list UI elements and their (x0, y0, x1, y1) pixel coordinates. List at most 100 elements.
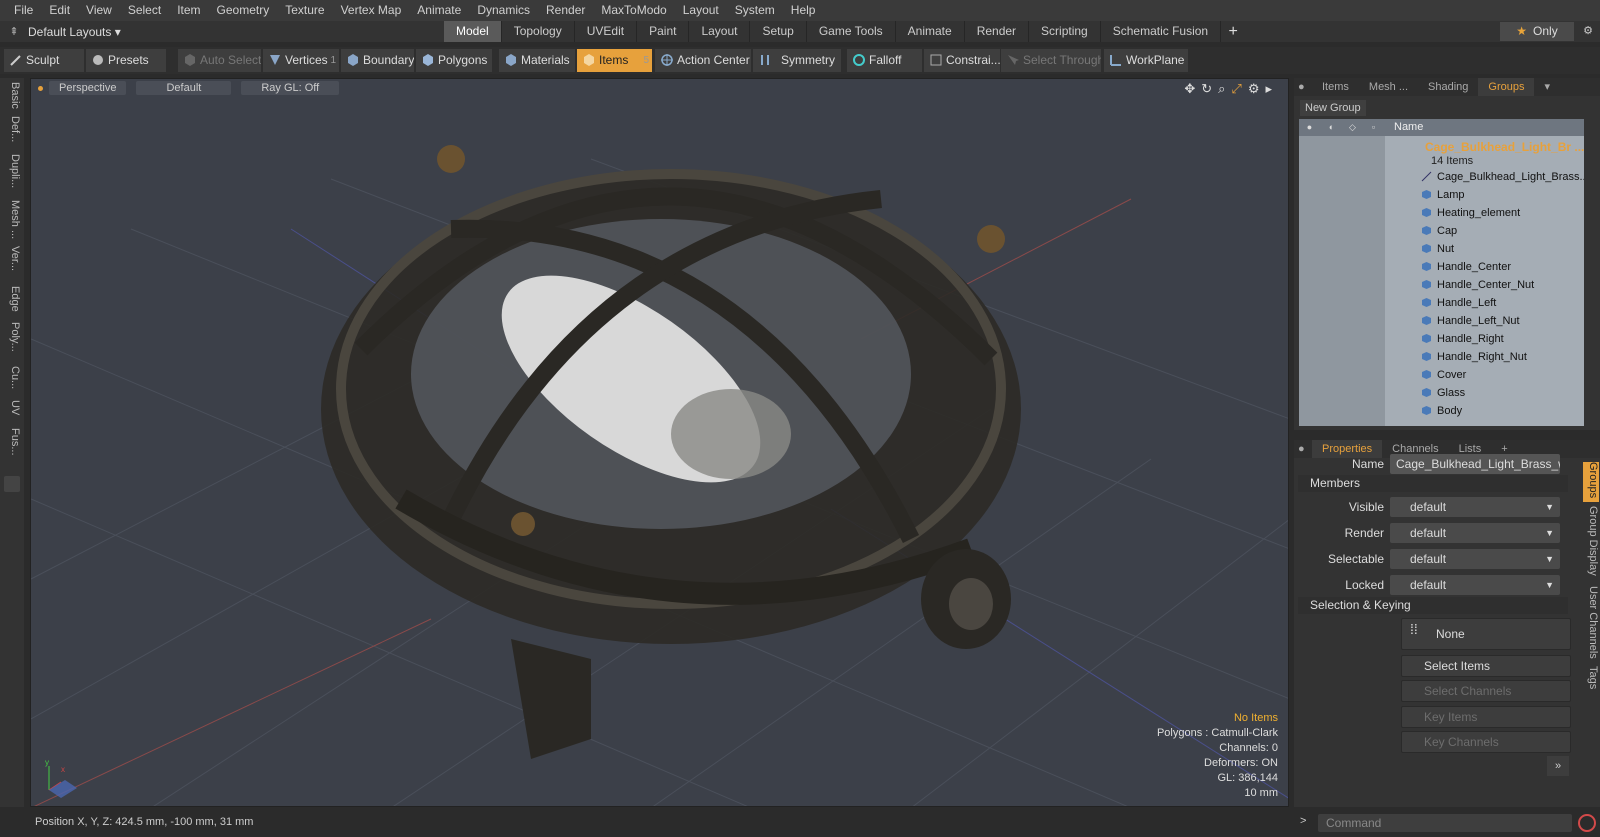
list-item[interactable]: Handle_Right (1299, 330, 1584, 348)
tab-shading[interactable]: Shading (1418, 78, 1478, 96)
name-field[interactable]: Cage_Bulkhead_Light_Brass_with (1390, 454, 1560, 474)
panel-menu-dot[interactable]: ● (1294, 78, 1312, 96)
select-through-button[interactable]: Select Through (1001, 49, 1101, 72)
raygl-toggle[interactable]: Ray GL: Off (241, 81, 340, 95)
rotate-icon[interactable]: ↻ (1201, 81, 1212, 97)
action-center-button[interactable]: Action Center (655, 49, 751, 72)
left-tab-duplicate[interactable]: Dupli... (3, 154, 21, 196)
left-tab-polygon[interactable]: Poly... (3, 322, 21, 362)
side-tab-group-display[interactable]: Group Display (1583, 506, 1599, 582)
group-row[interactable]: Cage_Bulkhead_Light_Br ... 14 Items (1299, 136, 1584, 168)
selectable-select[interactable]: default ▼ (1390, 549, 1560, 569)
list-item[interactable]: Body (1299, 402, 1584, 420)
3d-viewport[interactable]: Perspective Default Ray GL: Off ✥ ↻ ⌕ ⤢ … (30, 78, 1289, 807)
list-item[interactable]: Handle_Center (1299, 258, 1584, 276)
left-tab-fusion[interactable]: Fus... (3, 428, 21, 468)
pan-icon[interactable]: ✥ (1184, 81, 1195, 97)
list-item[interactable]: Handle_Left (1299, 294, 1584, 312)
tab-uvedit[interactable]: UVEdit (575, 21, 638, 42)
list-item[interactable]: Cap (1299, 222, 1584, 240)
menu-render[interactable]: Render (538, 0, 593, 21)
layout-select[interactable]: Default Layouts ▾ (28, 25, 178, 39)
viewport-settings-icon[interactable]: ⚙ (1248, 81, 1260, 97)
tab-setup[interactable]: Setup (750, 21, 807, 42)
boundary-button[interactable]: Boundary (341, 49, 414, 72)
render-select[interactable]: default ▼ (1390, 523, 1560, 543)
list-item[interactable]: Cover (1299, 366, 1584, 384)
shading-select[interactable]: Default (136, 81, 232, 95)
expand-arrow-icon[interactable]: ▸ (1265, 81, 1272, 97)
tab-mesh[interactable]: Mesh ... (1359, 78, 1418, 96)
sculpt-button[interactable]: Sculpt (4, 49, 84, 72)
new-group-button[interactable]: New Group (1300, 100, 1366, 116)
tab-game-tools[interactable]: Game Tools (807, 21, 896, 42)
menu-dynamics[interactable]: Dynamics (469, 0, 538, 21)
zoom-icon[interactable]: ⌕ (1218, 81, 1225, 97)
record-icon[interactable] (1578, 814, 1596, 832)
workplane-button[interactable]: WorkPlane (1104, 49, 1188, 72)
select-channels-button[interactable]: Select Channels (1401, 680, 1571, 702)
list-item[interactable]: Glass (1299, 384, 1584, 402)
list-item[interactable]: Handle_Left_Nut (1299, 312, 1584, 330)
layout-collapse-icon[interactable]: ⇞ (0, 25, 28, 38)
panel-dropdown-icon[interactable]: ▾ (1534, 78, 1560, 96)
tab-topology[interactable]: Topology (502, 21, 575, 42)
tab-render[interactable]: Render (965, 21, 1030, 42)
select-column-icon[interactable]: ▫ (1367, 121, 1380, 134)
left-tab-edge[interactable]: Edge (3, 286, 21, 320)
tab-scripting[interactable]: Scripting (1029, 21, 1101, 42)
side-tab-user-channels[interactable]: User Channels (1583, 586, 1599, 662)
side-tab-groups[interactable]: Groups (1583, 462, 1599, 502)
key-items-button[interactable]: Key Items (1401, 706, 1571, 728)
menu-geometry[interactable]: Geometry (209, 0, 278, 21)
add-tab-icon[interactable]: + (1221, 21, 1245, 42)
left-tab-vertex[interactable]: Ver... (3, 246, 21, 280)
list-item[interactable]: Heating_element (1299, 204, 1584, 222)
key-channels-button[interactable]: Key Channels (1401, 731, 1571, 753)
tab-layout[interactable]: Layout (689, 21, 751, 42)
selection-keying-section-header[interactable]: Selection & Keying (1298, 597, 1568, 614)
menu-select[interactable]: Select (120, 0, 169, 21)
constraints-button[interactable]: Constrai... (924, 49, 1000, 72)
list-item[interactable]: Lamp (1299, 186, 1584, 204)
list-item[interactable]: Nut (1299, 240, 1584, 258)
menu-view[interactable]: View (78, 0, 120, 21)
visibility-column-icon[interactable]: ● (1303, 121, 1316, 134)
menu-layout[interactable]: Layout (675, 0, 727, 21)
list-item[interactable]: Handle_Right_Nut (1299, 348, 1584, 366)
gear-icon[interactable]: ⚙ (1578, 21, 1598, 42)
auto-select-button[interactable]: Auto Select (178, 49, 261, 72)
lock-column-icon[interactable]: ◇ (1346, 121, 1359, 134)
menu-edit[interactable]: Edit (41, 0, 78, 21)
tab-groups[interactable]: Groups (1478, 78, 1535, 96)
tab-paint[interactable]: Paint (637, 21, 690, 42)
strip-toggle-button[interactable] (4, 476, 20, 492)
select-items-button[interactable]: Select Items (1401, 655, 1571, 677)
viewport-menu-dot[interactable] (38, 85, 43, 91)
members-section-header[interactable]: Members (1298, 475, 1568, 492)
locked-select[interactable]: default ▼ (1390, 575, 1560, 595)
polygons-button[interactable]: Polygons (416, 49, 492, 72)
presets-button[interactable]: Presets (86, 49, 166, 72)
visible-select[interactable]: default ▼ (1390, 497, 1560, 517)
tab-animate[interactable]: Animate (896, 21, 965, 42)
left-tab-curve[interactable]: Cu... (3, 366, 21, 396)
command-input[interactable]: Command (1318, 814, 1572, 832)
none-button[interactable]: ⁞⁞ None (1401, 618, 1571, 650)
menu-texture[interactable]: Texture (277, 0, 332, 21)
falloff-button[interactable]: Falloff (847, 49, 922, 72)
menu-vertex-map[interactable]: Vertex Map (333, 0, 410, 21)
left-tab-uv[interactable]: UV (3, 400, 21, 424)
left-tab-basic[interactable]: Basic (3, 82, 21, 112)
materials-button[interactable]: Materials (499, 49, 575, 72)
menu-help[interactable]: Help (783, 0, 824, 21)
symmetry-button[interactable]: Symmetry (753, 49, 841, 72)
menu-file[interactable]: File (6, 0, 41, 21)
tab-model[interactable]: Model (444, 21, 502, 42)
menu-animate[interactable]: Animate (409, 0, 469, 21)
list-item[interactable]: Handle_Center_Nut (1299, 276, 1584, 294)
left-tab-mesh[interactable]: Mesh ... (3, 200, 21, 242)
items-button[interactable]: Items 5 (577, 49, 652, 72)
left-tab-deform[interactable]: Def... (3, 116, 21, 150)
expand-more-icon[interactable]: » (1547, 756, 1569, 776)
